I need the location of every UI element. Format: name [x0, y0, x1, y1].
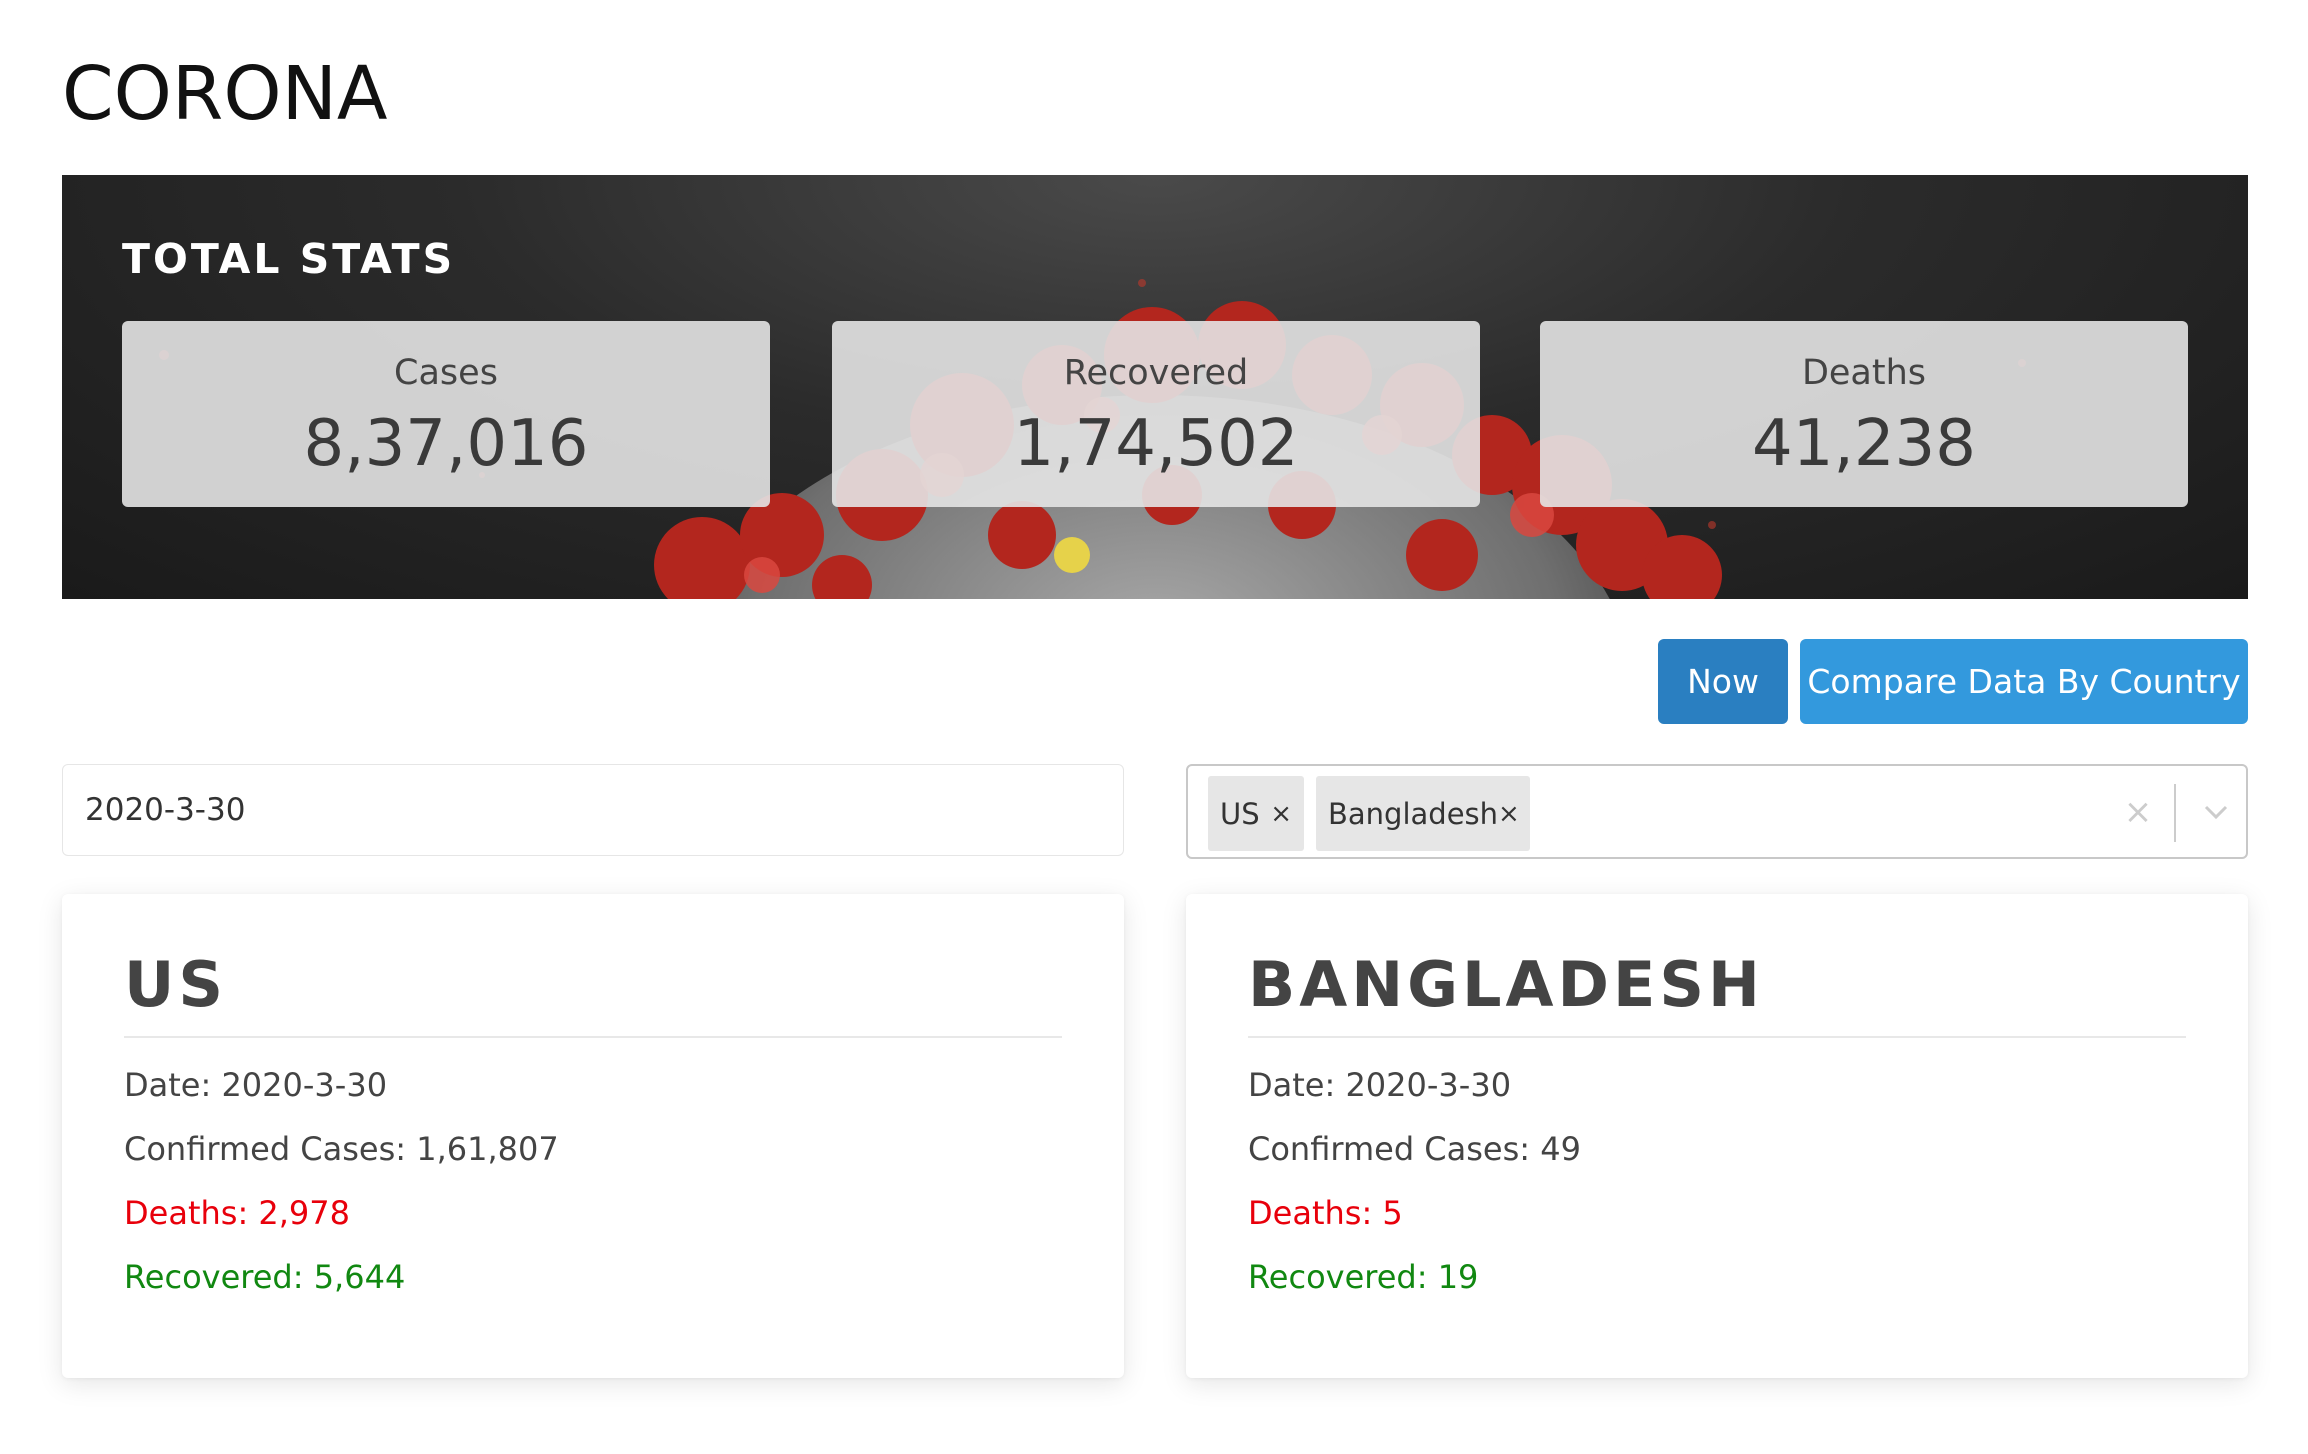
recovered-label: Recovered:: [124, 1258, 304, 1296]
selected-country-chip: US ×: [1208, 776, 1304, 851]
country-title: US: [124, 948, 227, 1021]
recovered-value: 19: [1437, 1258, 1479, 1296]
date-label: Date:: [124, 1066, 212, 1104]
date-line: Date: 2020-3-30: [124, 1066, 387, 1104]
now-button[interactable]: Now: [1658, 639, 1788, 724]
date-value: 2020-3-30: [221, 1066, 388, 1104]
deaths-value: 5: [1382, 1194, 1403, 1232]
confirmed-cases-line: Confirmed Cases: 49: [1248, 1130, 1581, 1168]
chip-label: US: [1220, 796, 1260, 831]
chip-label: Bangladesh: [1328, 796, 1499, 831]
cases-value: 8,37,016: [303, 407, 589, 481]
select-divider: [2174, 784, 2176, 842]
deaths-value: 2,978: [258, 1194, 350, 1232]
page: CORONA TOTAL STATS Cases 8,37,016 Recove…: [0, 0, 2308, 1454]
compare-by-country-button[interactable]: Compare Data By Country: [1800, 639, 2248, 724]
confirmed-label: Confirmed Cases:: [124, 1130, 407, 1168]
deaths-label: Deaths: [1801, 353, 1927, 393]
confirmed-label: Confirmed Cases:: [1248, 1130, 1531, 1168]
chevron-down-icon[interactable]: [2196, 792, 2236, 832]
deaths-line: Deaths: 5: [1248, 1194, 1403, 1232]
selected-country-chip: Bangladesh ×: [1316, 776, 1530, 851]
remove-chip-icon[interactable]: ×: [1270, 799, 1292, 829]
cases-label: Cases: [394, 353, 498, 393]
recovered-value: 5,644: [313, 1258, 406, 1296]
date-value: 2020-3-30: [1345, 1066, 1512, 1104]
app-title: CORONA: [62, 51, 388, 137]
deaths-label: Deaths:: [124, 1194, 249, 1232]
country-card-us: US Date: 2020-3-30 Confirmed Cases: 1,61…: [62, 894, 1124, 1378]
country-title: BANGLADESH: [1248, 948, 1764, 1021]
country-card-bangladesh: BANGLADESH Date: 2020-3-30 Confirmed Cas…: [1186, 894, 2248, 1378]
total-stats-banner: TOTAL STATS Cases 8,37,016 Recovered 1,7…: [62, 175, 2248, 599]
recovered-value: 1,74,502: [1013, 407, 1299, 481]
cases-stat-card: Cases 8,37,016: [122, 321, 770, 507]
card-divider: [124, 1036, 1062, 1038]
recovered-line: Recovered: 5,644: [124, 1258, 405, 1296]
recovered-line: Recovered: 19: [1248, 1258, 1478, 1296]
confirmed-value: 49: [1540, 1130, 1581, 1168]
total-stats-title: TOTAL STATS: [122, 235, 456, 283]
date-label: Date:: [1248, 1066, 1336, 1104]
deaths-stat-card: Deaths 41,238: [1540, 321, 2188, 507]
deaths-label: Deaths:: [1248, 1194, 1373, 1232]
confirmed-value: 1,61,807: [416, 1130, 559, 1168]
recovered-label: Recovered:: [1248, 1258, 1428, 1296]
country-multi-select[interactable]: US × Bangladesh × ×: [1186, 764, 2248, 859]
date-line: Date: 2020-3-30: [1248, 1066, 1511, 1104]
card-divider: [1248, 1036, 2186, 1038]
recovered-stat-card: Recovered 1,74,502: [832, 321, 1480, 507]
date-input[interactable]: [62, 764, 1124, 856]
deaths-line: Deaths: 2,978: [124, 1194, 350, 1232]
clear-selection-icon[interactable]: ×: [2118, 788, 2158, 836]
recovered-label: Recovered: [1063, 353, 1249, 393]
confirmed-cases-line: Confirmed Cases: 1,61,807: [124, 1130, 559, 1168]
remove-chip-icon[interactable]: ×: [1498, 799, 1520, 829]
deaths-value: 41,238: [1752, 407, 1976, 481]
